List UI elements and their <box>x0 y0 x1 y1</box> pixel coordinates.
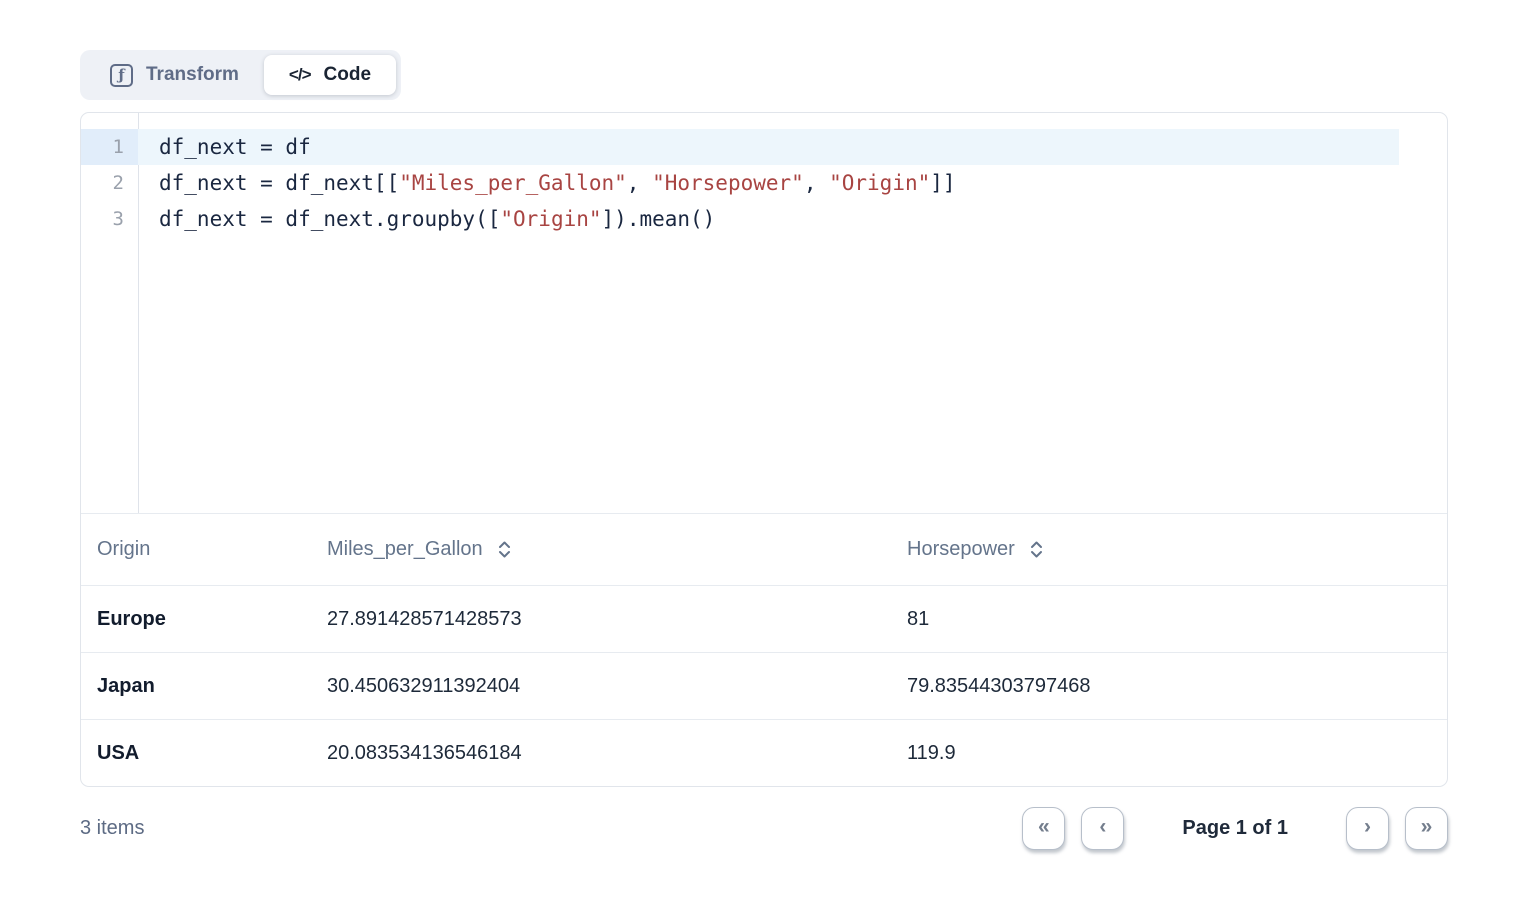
cell-horsepower: 119.9 <box>891 742 1447 765</box>
code-line[interactable]: 1 df_next = df <box>81 129 1447 165</box>
tab-code[interactable]: </> Code <box>264 55 396 95</box>
code-text: df_next = df <box>138 129 1447 165</box>
code-token: df_next = df <box>159 135 311 159</box>
chevron-right-icon: › <box>1364 815 1371 839</box>
string-token: "Miles_per_Gallon" <box>399 171 627 195</box>
code-token: , <box>804 171 829 195</box>
table-row: Japan 30.450632911392404 79.835443037974… <box>81 652 1447 719</box>
column-header-label: Horsepower <box>907 538 1015 561</box>
table-footer: 3 items « ‹ Page 1 of 1 › » <box>80 803 1448 853</box>
sort-icon[interactable] <box>1029 539 1044 560</box>
tab-transform[interactable]: ƒ Transform <box>85 55 264 95</box>
main-content: ƒ Transform </> Code 1 df_next = df 2 df… <box>80 0 1448 853</box>
previous-page-button[interactable]: ‹ <box>1081 807 1124 850</box>
chevron-left-icon: ‹ <box>1099 815 1106 839</box>
line-number: 2 <box>81 165 138 201</box>
last-page-button[interactable]: » <box>1405 807 1448 850</box>
function-icon: ƒ <box>110 64 133 87</box>
code-text: df_next = df_next[["Miles_per_Gallon", "… <box>138 165 1447 201</box>
column-header-label: Miles_per_Gallon <box>327 538 483 561</box>
next-page-button[interactable]: › <box>1346 807 1389 850</box>
view-tab-bar: ƒ Transform </> Code <box>80 50 401 100</box>
column-header-miles-per-gallon: Miles_per_Gallon <box>311 538 891 561</box>
chevrons-left-icon: « <box>1038 815 1050 839</box>
items-count: 3 items <box>80 817 144 840</box>
tab-code-label: Code <box>324 64 372 86</box>
cell-horsepower: 81 <box>891 608 1447 631</box>
cell-horsepower: 79.83544303797468 <box>891 675 1447 698</box>
first-page-button[interactable]: « <box>1022 807 1065 850</box>
cell-miles-per-gallon: 30.450632911392404 <box>311 675 891 698</box>
table-row: Europe 27.891428571428573 81 <box>81 585 1447 652</box>
code-token: , <box>627 171 652 195</box>
page-indicator: Page 1 of 1 <box>1182 817 1288 840</box>
string-token: "Origin" <box>829 171 930 195</box>
column-header-horsepower: Horsepower <box>891 538 1447 561</box>
table-row: USA 20.083534136546184 119.9 <box>81 719 1447 786</box>
code-token: df_next = df_next[[ <box>159 171 399 195</box>
code-token: ]] <box>930 171 955 195</box>
string-token: "Horsepower" <box>652 171 804 195</box>
tab-transform-label: Transform <box>146 64 239 86</box>
code-token: ]).mean() <box>602 207 716 231</box>
string-token: "Origin" <box>500 207 601 231</box>
code-token: df_next = df_next.groupby([ <box>159 207 500 231</box>
pagination-controls: « ‹ Page 1 of 1 › » <box>1022 807 1448 850</box>
code-line[interactable]: 2 df_next = df_next[["Miles_per_Gallon",… <box>81 165 1447 201</box>
code-text: df_next = df_next.groupby(["Origin"]).me… <box>138 201 1447 237</box>
cell-miles-per-gallon: 27.891428571428573 <box>311 608 891 631</box>
cell-origin: Japan <box>81 675 311 698</box>
code-brackets-icon: </> <box>289 65 311 85</box>
sort-icon[interactable] <box>497 539 512 560</box>
column-header-origin: Origin <box>81 538 311 561</box>
code-editor[interactable]: 1 df_next = df 2 df_next = df_next[["Mil… <box>81 113 1447 513</box>
cell-origin: Europe <box>81 608 311 631</box>
chevrons-right-icon: » <box>1421 815 1433 839</box>
column-header-label: Origin <box>97 538 150 561</box>
cell-miles-per-gallon: 20.083534136546184 <box>311 742 891 765</box>
code-line[interactable]: 3 df_next = df_next.groupby(["Origin"]).… <box>81 201 1447 237</box>
cell-origin: USA <box>81 742 311 765</box>
line-number: 3 <box>81 201 138 237</box>
line-number: 1 <box>81 129 138 165</box>
code-and-table-panel: 1 df_next = df 2 df_next = df_next[["Mil… <box>80 112 1448 787</box>
table-header-row: Origin Miles_per_Gallon Horsepower <box>81 513 1447 585</box>
